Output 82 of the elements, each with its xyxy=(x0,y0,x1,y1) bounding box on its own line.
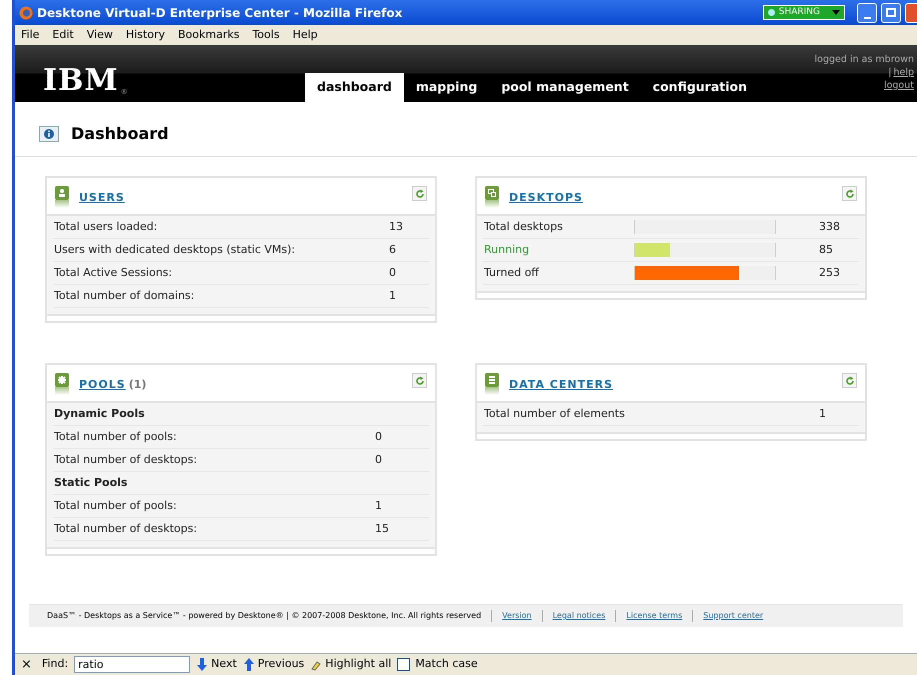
help-link[interactable]: help xyxy=(893,66,914,79)
down-arrow-icon xyxy=(196,658,208,671)
card-title-link[interactable]: DATA CENTERS xyxy=(509,377,613,394)
stat-label: Total number of pools: xyxy=(54,428,177,445)
menu-item[interactable]: Bookmarks xyxy=(178,26,240,44)
card-title-link[interactable]: POOLS xyxy=(79,377,126,394)
pools-icon xyxy=(55,373,69,395)
footer-link[interactable]: Version xyxy=(491,610,532,622)
menu-item[interactable]: File xyxy=(21,26,40,44)
card-title-link[interactable]: DESKTOPS xyxy=(509,190,583,206)
refresh-icon xyxy=(844,188,854,198)
match-case-checkbox[interactable] xyxy=(397,658,410,671)
logout-link[interactable]: logout xyxy=(884,79,914,92)
section-heading: Dynamic Pools xyxy=(54,406,145,422)
stat-value: 0 xyxy=(375,428,383,445)
footer-text: DaaS™ - Desktops as a Service™ - powered by Desktone® | © 2007-2008 Desktone, Inc. All rights reserved xyxy=(47,610,482,622)
info-icon xyxy=(39,126,59,142)
stat-value: 338 xyxy=(819,218,841,235)
previous-button[interactable]: Previous xyxy=(242,656,304,673)
refresh-icon xyxy=(844,376,854,386)
separator: | xyxy=(888,66,892,79)
highlighter-icon xyxy=(310,658,322,670)
stat-label: Total number of pools: xyxy=(54,498,177,514)
stat-label: Total number of desktops: xyxy=(54,520,198,537)
section-heading: Static Pools xyxy=(54,474,128,491)
card-title-link[interactable]: USERS xyxy=(79,190,125,206)
page-title: Dashboard xyxy=(71,123,169,145)
logged-in-text: logged in as mbrown xyxy=(814,53,914,66)
nav-tab[interactable]: dashboard xyxy=(305,73,404,102)
menu-item[interactable]: Edit xyxy=(52,26,74,44)
dropdown-icon xyxy=(832,10,840,15)
stat-value: 1 xyxy=(819,406,827,422)
highlight-all-button[interactable]: Highlight all xyxy=(310,656,392,673)
stat-value: 1 xyxy=(375,498,383,514)
stat-value: 13 xyxy=(389,218,404,235)
find-field[interactable]: ratio xyxy=(74,656,190,673)
stat-label: Total number of elements xyxy=(484,406,625,422)
users-icon xyxy=(55,186,69,208)
stat-label: Total number of domains: xyxy=(54,288,194,304)
menu-item[interactable]: Help xyxy=(292,26,318,44)
card-count: (1) xyxy=(128,377,146,393)
refresh-button[interactable] xyxy=(412,373,427,388)
stat-value: 85 xyxy=(819,242,834,258)
menu-item[interactable]: History xyxy=(126,26,165,44)
refresh-button[interactable] xyxy=(842,186,857,201)
nav-tab[interactable]: pool management xyxy=(489,73,641,102)
footer-link[interactable]: Support center xyxy=(692,610,764,622)
footer-link[interactable]: License terms xyxy=(615,610,682,622)
datacenters-icon xyxy=(485,373,499,395)
stat-label: Total Active Sessions: xyxy=(54,264,172,281)
minimize-button[interactable] xyxy=(857,2,877,22)
stat-label: Running xyxy=(484,242,530,258)
menu-item[interactable]: Tools xyxy=(252,26,280,44)
up-arrow-icon xyxy=(242,658,255,671)
find-label: Find: xyxy=(42,656,68,672)
sharing-label: SHARING xyxy=(778,6,820,19)
refresh-button[interactable] xyxy=(842,373,857,388)
stat-label: Turned off xyxy=(484,264,540,281)
stat-label: Total desktops xyxy=(484,218,564,235)
stat-value: 6 xyxy=(389,242,397,258)
stat-label: Users with dedicated desktops (static VMs): xyxy=(54,242,296,258)
stat-value: 1 xyxy=(389,288,397,304)
stat-value: 253 xyxy=(819,264,841,281)
desktops-icon xyxy=(485,186,499,208)
nav-tab[interactable]: configuration xyxy=(640,73,760,102)
refresh-icon xyxy=(414,188,424,198)
stat-value: 15 xyxy=(375,520,390,537)
refresh-icon xyxy=(414,376,424,386)
refresh-button[interactable] xyxy=(412,186,427,201)
close-find-button[interactable]: × xyxy=(21,658,32,671)
close-button[interactable] xyxy=(905,2,917,22)
stat-value: 0 xyxy=(389,264,397,281)
maximize-button[interactable] xyxy=(881,2,901,22)
nav-tab[interactable]: mapping xyxy=(404,73,490,102)
window-title: Desktone Virtual-D Enterprise Center - Mozilla Firefox xyxy=(37,4,404,22)
stat-value: 0 xyxy=(375,452,383,468)
stat-label: Total users loaded: xyxy=(54,218,158,235)
stat-label: Total number of desktops: xyxy=(54,452,198,468)
menu-item[interactable]: View xyxy=(86,26,113,44)
footer-link[interactable]: Legal notices xyxy=(542,610,606,622)
next-button[interactable]: Next xyxy=(196,656,237,673)
match-case-label: Match case xyxy=(415,656,478,672)
